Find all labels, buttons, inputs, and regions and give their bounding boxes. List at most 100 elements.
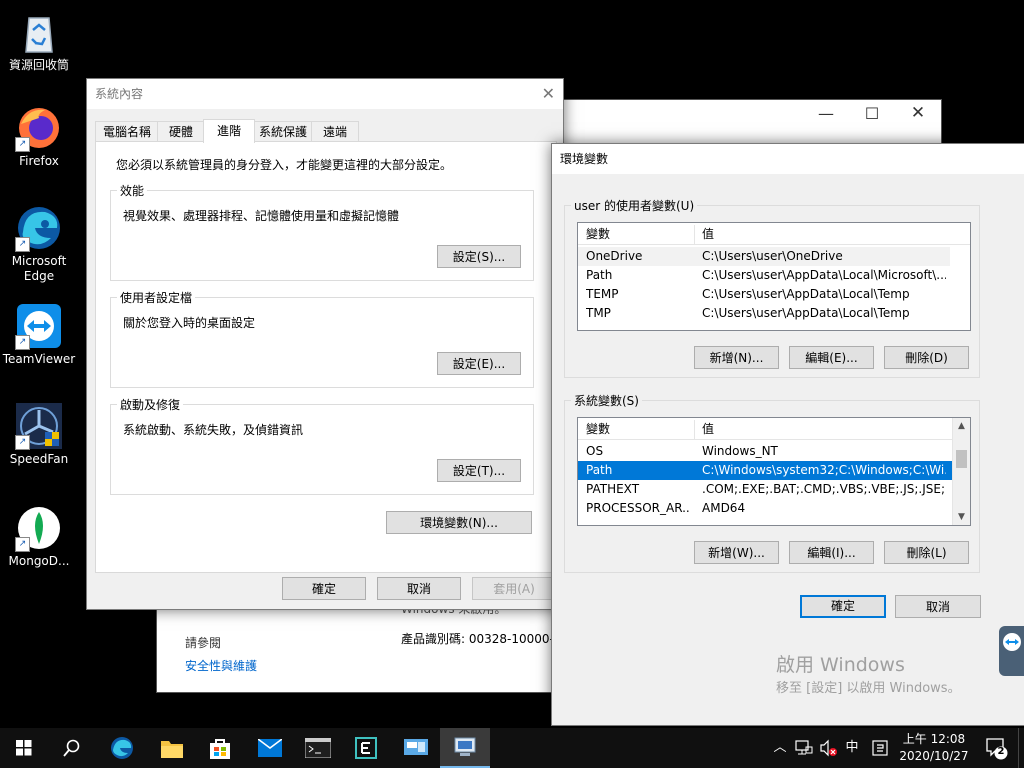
taskbar-file-explorer[interactable]	[148, 728, 196, 768]
table-row[interactable]: Path C:\Users\user\AppData\Local\Microso…	[578, 266, 950, 285]
desktop-icon-teamviewer[interactable]: ↗ TeamViewer	[2, 302, 76, 367]
column-header-value[interactable]: 值	[702, 420, 942, 439]
vertical-scrollbar[interactable]: ▲ ▼	[952, 418, 970, 525]
env-cancel-button[interactable]: 取消	[895, 595, 981, 618]
startup-recovery-desc: 系統啟動、系統失敗，及偵錯資訊	[123, 423, 304, 437]
network-icon[interactable]	[794, 738, 814, 758]
taskbar-edge[interactable]	[98, 728, 146, 768]
tab-remote[interactable]: 遠端	[311, 121, 359, 143]
show-desktop-button[interactable]	[1018, 728, 1024, 768]
column-divider	[694, 420, 695, 439]
performance-settings-button[interactable]: 設定(S)...	[437, 245, 521, 268]
env-ok-button[interactable]: 確定	[800, 595, 886, 618]
store-icon	[210, 739, 230, 759]
close-icon[interactable]: ✕	[895, 103, 941, 123]
mail-icon	[258, 739, 282, 757]
product-id: 產品識別碼: 00328-10000-0	[401, 632, 562, 646]
system-edit-button[interactable]: 編輯(I)...	[789, 541, 874, 564]
system-new-button[interactable]: 新增(W)...	[694, 541, 779, 564]
startup-recovery-settings-button[interactable]: 設定(T)...	[437, 459, 521, 482]
activation-watermark-subtitle: 移至 [設定] 以啟用 Windows。	[776, 681, 961, 696]
taskbar-store[interactable]	[196, 728, 244, 768]
table-row[interactable]: PROCESSOR_AR... AMD64	[578, 499, 952, 518]
performance-title: 效能	[117, 182, 148, 199]
security-maintenance-link[interactable]: 安全性與維護	[185, 657, 257, 674]
start-button[interactable]	[0, 728, 48, 768]
clock-time: 上午 12:08	[902, 732, 966, 746]
taskbar-app[interactable]	[342, 728, 390, 768]
variable-name: Path	[586, 463, 613, 477]
taskbar-remote-desktop[interactable]	[392, 728, 440, 768]
table-header: 變數 值	[578, 225, 970, 245]
ok-button[interactable]: 確定	[282, 577, 366, 600]
remote-desktop-icon	[404, 739, 428, 755]
user-new-button[interactable]: 新增(N)...	[694, 346, 779, 369]
recycle-bin-icon	[15, 8, 63, 56]
user-profiles-group: 使用者設定檔 關於您登入時的桌面設定 設定(E)...	[110, 289, 534, 388]
variable-value: .COM;.EXE;.BAT;.CMD;.VBS;.VBE;.JS;.JSE;.…	[702, 482, 946, 496]
notification-count: 2	[997, 746, 1005, 757]
user-profiles-settings-button[interactable]: 設定(E)...	[437, 352, 521, 375]
teamviewer-side-panel[interactable]	[999, 626, 1024, 676]
admin-notice: 您必須以系統管理員的身分登入，才能變更這裡的大部分設定。	[116, 158, 453, 172]
tab-computer-name[interactable]: 電腦名稱	[95, 121, 159, 143]
close-icon[interactable]: ✕	[542, 84, 555, 103]
desktop-icon-recycle-bin[interactable]: 資源回收筒	[2, 8, 76, 73]
ime-mode-icon[interactable]	[870, 738, 890, 758]
scroll-thumb[interactable]	[956, 450, 967, 468]
teamviewer-icon	[1003, 633, 1021, 651]
window-controls: — ☐ ✕	[801, 100, 941, 130]
performance-group: 效能 視覺效果、處理器排程、記憶體使用量和虛擬記憶體 設定(S)...	[110, 182, 534, 281]
maximize-icon[interactable]: ☐	[849, 104, 895, 123]
system-variables-table[interactable]: 變數 值 OS Windows_NT Path C:\Windows\syste…	[577, 417, 971, 526]
user-variables-table[interactable]: 變數 值 OneDrive C:\Users\user\OneDrive Pat…	[577, 222, 971, 331]
user-edit-button[interactable]: 編輯(E)...	[789, 346, 874, 369]
action-center-button[interactable]: 2	[984, 736, 1008, 760]
tab-system-protection[interactable]: 系統保護	[253, 121, 313, 143]
user-delete-button[interactable]: 刪除(D)	[884, 346, 969, 369]
cancel-button[interactable]: 取消	[377, 577, 461, 600]
table-header: 變數 值	[578, 420, 952, 440]
minimize-icon[interactable]: —	[803, 104, 849, 123]
column-header-value[interactable]: 值	[702, 225, 942, 244]
variable-value: AMD64	[702, 501, 746, 515]
table-row[interactable]: TMP C:\Users\user\AppData\Local\Temp	[578, 304, 950, 323]
column-header-variable[interactable]: 變數	[586, 420, 686, 439]
desktop-icon-firefox[interactable]: ↗ Firefox	[2, 104, 76, 169]
tab-panel-advanced: 您必須以系統管理員的身分登入，才能變更這裡的大部分設定。 效能 視覺效果、處理器…	[95, 141, 557, 573]
taskbar-command-prompt[interactable]	[294, 728, 342, 768]
scroll-up-icon[interactable]: ▲	[953, 418, 970, 434]
variable-name: PATHEXT	[586, 482, 640, 496]
environment-variables-button[interactable]: 環境變數(N)...	[386, 511, 532, 534]
taskbar-system-properties[interactable]	[440, 728, 490, 768]
env-dialog-title: 環境變數	[552, 144, 1024, 174]
desktop-icon-speedfan[interactable]: ↗ SpeedFan	[2, 402, 76, 467]
tab-hardware[interactable]: 硬體	[157, 121, 205, 143]
ime-indicator[interactable]: 中	[842, 738, 862, 758]
edge-icon	[111, 737, 133, 759]
table-row[interactable]: TEMP C:\Users\user\AppData\Local\Temp	[578, 285, 950, 304]
apply-button[interactable]: 套用(A)	[472, 577, 556, 600]
desktop-icon-edge[interactable]: ↗ Microsoft Edge	[2, 204, 76, 284]
column-header-variable[interactable]: 變數	[586, 225, 686, 244]
table-row[interactable]: PATHEXT .COM;.EXE;.BAT;.CMD;.VBS;.VBE;.J…	[578, 480, 952, 499]
volume-muted-icon[interactable]	[818, 738, 838, 758]
search-button[interactable]	[48, 728, 96, 768]
system-delete-button[interactable]: 刪除(L)	[884, 541, 969, 564]
user-profiles-title: 使用者設定檔	[117, 289, 196, 306]
table-row-selected[interactable]: Path C:\Windows\system32;C:\Windows;C:\W…	[578, 461, 952, 480]
taskbar-mail[interactable]	[246, 728, 294, 768]
variable-value: C:\Users\user\AppData\Local\Temp	[702, 306, 910, 320]
chevron-up-icon[interactable]: ︿	[770, 738, 790, 758]
edge-icon: ↗	[15, 204, 63, 252]
tab-advanced[interactable]: 進階	[203, 119, 255, 143]
variable-value: C:\Windows\system32;C:\Windows;C:\Wi...	[702, 463, 946, 477]
table-row[interactable]: OS Windows_NT	[578, 442, 952, 461]
desktop-icon-mongodb[interactable]: ↗ MongoD...	[2, 504, 76, 569]
user-variables-group: user 的使用者變數(U) 變數 值 OneDrive C:\Users\us…	[564, 197, 980, 378]
clock[interactable]: 上午 12:08 2020/10/27	[892, 731, 976, 765]
scroll-down-icon[interactable]: ▼	[953, 509, 970, 525]
table-row[interactable]: OneDrive C:\Users\user\OneDrive	[578, 247, 950, 266]
variable-name: OS	[586, 444, 604, 458]
variable-name: TEMP	[586, 287, 619, 301]
